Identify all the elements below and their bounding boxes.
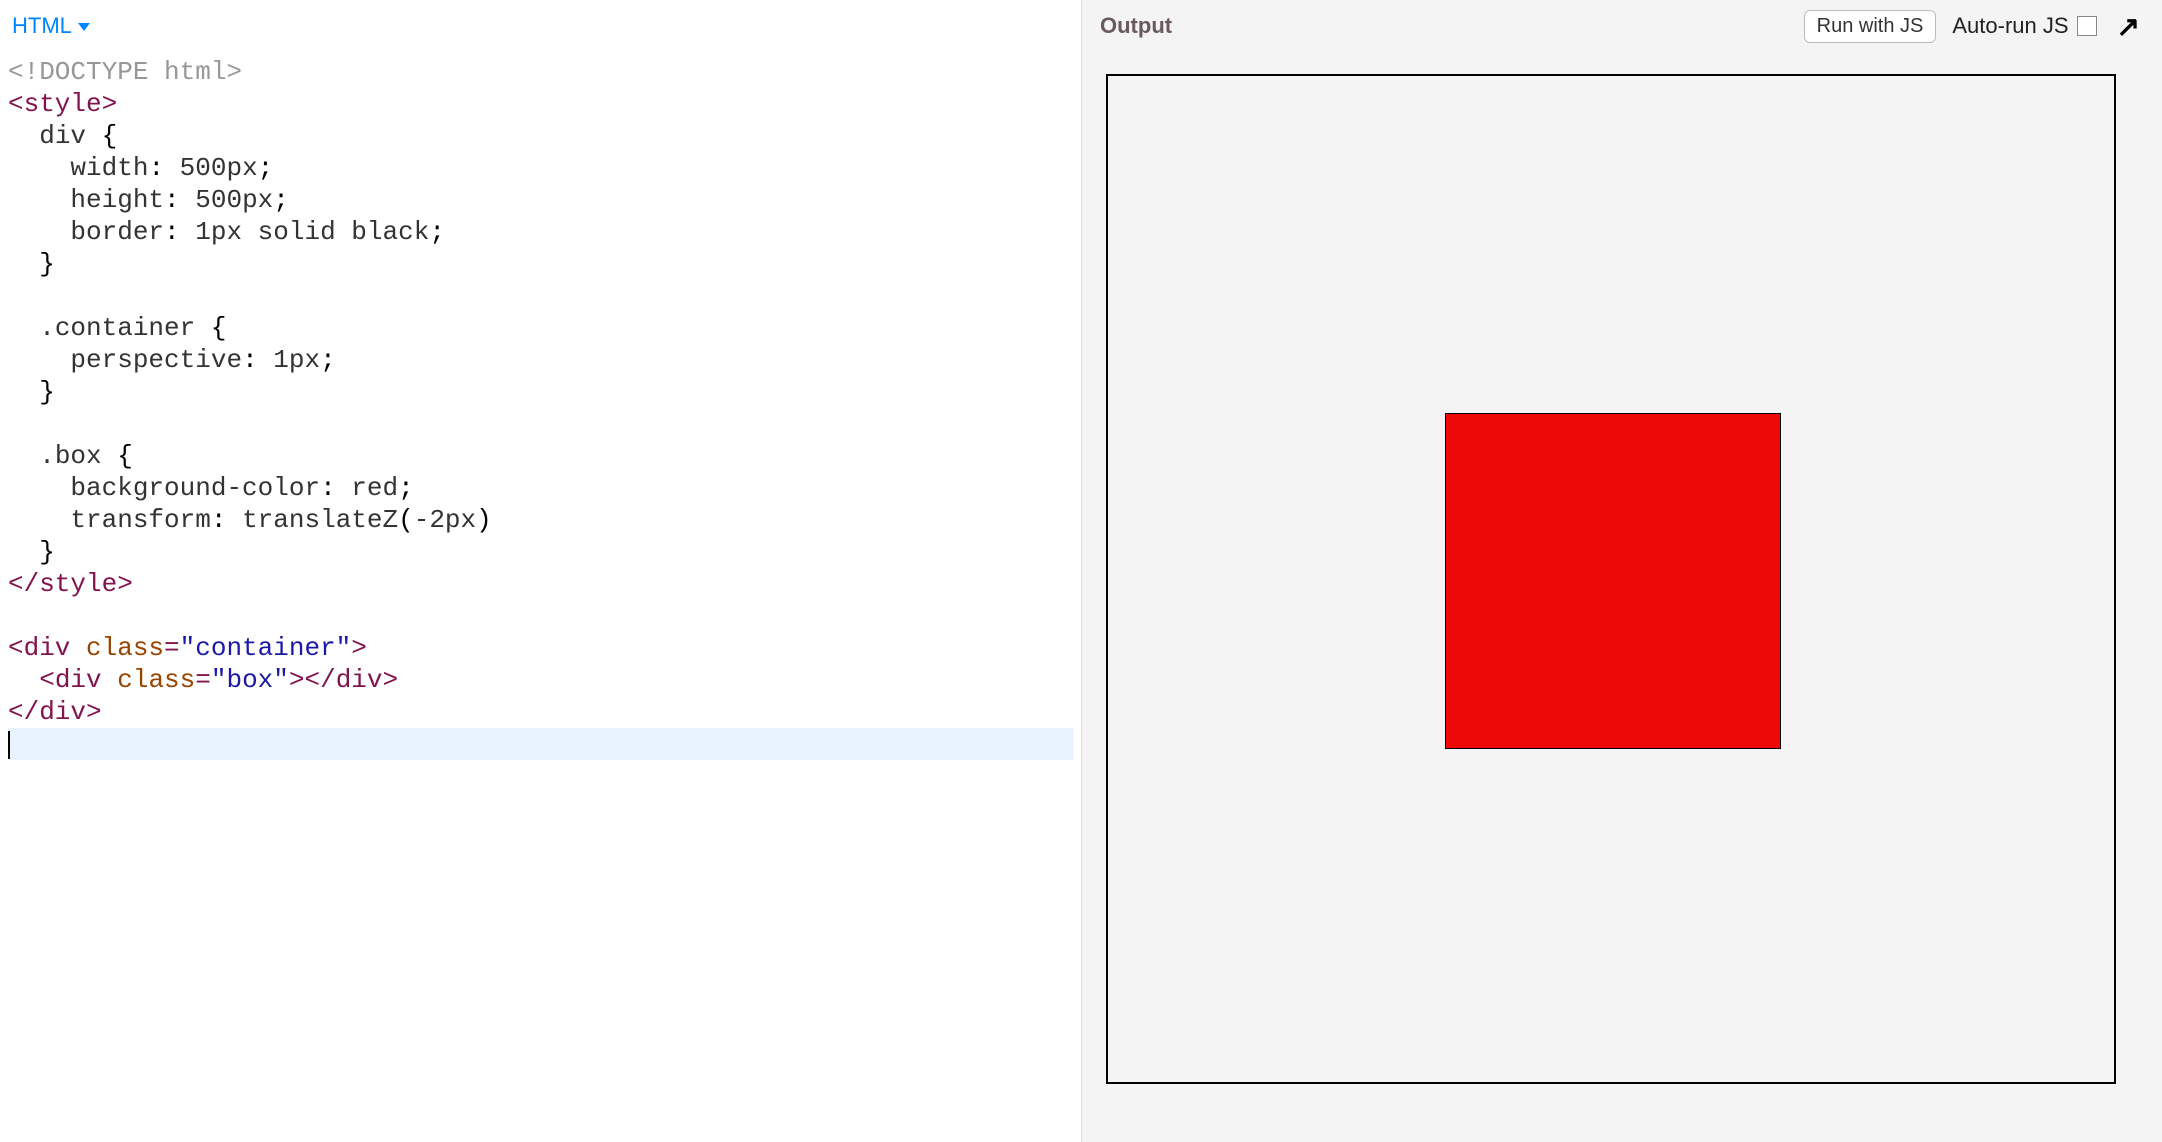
code-editor[interactable]: <!DOCTYPE html><style> div { width: 500p…: [0, 52, 1081, 1142]
code-line[interactable]: background-color: red;: [8, 472, 1073, 504]
code-line[interactable]: border: 1px solid black;: [8, 216, 1073, 248]
expand-icon[interactable]: ↗: [2113, 10, 2144, 43]
output-title: Output: [1100, 13, 1788, 39]
code-line[interactable]: </style>: [8, 568, 1073, 600]
code-line[interactable]: transform: translateZ(-2px): [8, 504, 1073, 536]
code-line[interactable]: [8, 600, 1073, 632]
code-line[interactable]: [8, 408, 1073, 440]
code-line[interactable]: <!DOCTYPE html>: [8, 56, 1073, 88]
code-line[interactable]: <style>: [8, 88, 1073, 120]
preview-container: [1106, 74, 2116, 1084]
text-cursor: [8, 731, 10, 759]
editor-header: HTML: [0, 0, 1081, 52]
preview-red-box: [1445, 413, 1781, 749]
code-line[interactable]: <div class="box"></div>: [8, 664, 1073, 696]
output-header: Output Run with JS Auto-run JS ↗: [1082, 0, 2162, 52]
code-line[interactable]: perspective: 1px;: [8, 344, 1073, 376]
language-dropdown[interactable]: HTML: [12, 13, 90, 39]
code-line[interactable]: .container {: [8, 312, 1073, 344]
code-line[interactable]: <div class="container">: [8, 632, 1073, 664]
code-line[interactable]: div {: [8, 120, 1073, 152]
code-line[interactable]: width: 500px;: [8, 152, 1073, 184]
output-panel: Output Run with JS Auto-run JS ↗: [1081, 0, 2162, 1142]
code-line[interactable]: }: [8, 536, 1073, 568]
active-code-line[interactable]: [8, 728, 1073, 760]
code-line[interactable]: }: [8, 376, 1073, 408]
autorun-toggle[interactable]: Auto-run JS: [1952, 13, 2096, 39]
editor-panel: HTML <!DOCTYPE html><style> div { width:…: [0, 0, 1081, 1142]
checkbox-icon[interactable]: [2077, 16, 2097, 36]
code-line[interactable]: </div>: [8, 696, 1073, 728]
code-line[interactable]: .box {: [8, 440, 1073, 472]
language-label: HTML: [12, 13, 72, 39]
autorun-label-text: Auto-run JS: [1952, 13, 2068, 39]
code-line[interactable]: height: 500px;: [8, 184, 1073, 216]
code-line[interactable]: }: [8, 248, 1073, 280]
chevron-down-icon: [78, 23, 90, 31]
code-line[interactable]: [8, 280, 1073, 312]
output-area: [1082, 52, 2162, 1142]
run-with-js-button[interactable]: Run with JS: [1804, 10, 1937, 43]
